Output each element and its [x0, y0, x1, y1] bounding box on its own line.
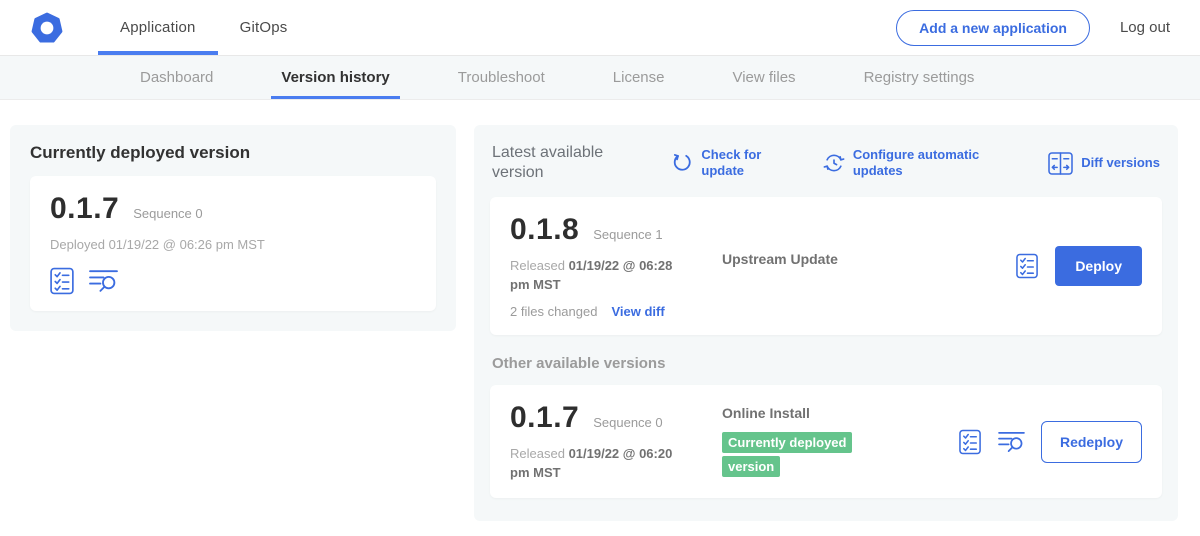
other-version-row: 0.1.7 Sequence 0 [510, 401, 722, 435]
deployed-sequence: Sequence 0 [133, 206, 202, 221]
latest-version-number: 0.1.8 [510, 213, 579, 247]
sync-clock-icon [823, 152, 845, 174]
latest-version-col: 0.1.8 Sequence 1 Released 01/19/22 @ 06:… [510, 213, 722, 319]
subnav-dashboard[interactable]: Dashboard [106, 56, 247, 99]
latest-available-panel: Latest available version Check for updat… [474, 125, 1178, 521]
view-logs-icon[interactable] [89, 268, 118, 293]
subnav-license-label: License [613, 69, 665, 86]
subnav-troubleshoot-label: Troubleshoot [458, 69, 545, 86]
redeploy-button[interactable]: Redeploy [1041, 421, 1142, 463]
check-for-update-action[interactable]: Check for update [671, 147, 775, 180]
tab-gitops-label: GitOps [240, 19, 288, 36]
latest-released-line: Released 01/19/22 @ 06:28 pm MST [510, 257, 680, 295]
top-nav: Application GitOps Add a new application… [0, 0, 1200, 56]
other-source-label: Online Install [722, 405, 810, 421]
deployed-version-card: 0.1.7 Sequence 0 Deployed 01/19/22 @ 06:… [30, 176, 436, 311]
other-released-line: Released 01/19/22 @ 06:20 pm MST [510, 445, 680, 483]
subnav-registry-settings[interactable]: Registry settings [830, 56, 1009, 99]
diff-versions-label: Diff versions [1081, 155, 1160, 171]
other-sequence: Sequence 0 [593, 415, 662, 430]
logout-link[interactable]: Log out [1120, 19, 1170, 36]
app-subnav: Dashboard Version history Troubleshoot L… [0, 56, 1200, 100]
other-source-col: Online Install Currently deployed versio… [722, 401, 959, 483]
subnav-version-history[interactable]: Version history [247, 56, 423, 99]
other-released-prefix: Released [510, 446, 565, 461]
deploy-button[interactable]: Deploy [1055, 246, 1142, 286]
tab-application-label: Application [120, 19, 196, 36]
deployed-date-value: 01/19/22 @ 06:26 pm MST [109, 237, 265, 252]
checklist-icon[interactable] [1016, 253, 1039, 279]
latest-released-prefix: Released [510, 258, 565, 273]
latest-panel-header: Latest available version Check for updat… [490, 143, 1162, 183]
subnav-registry-settings-label: Registry settings [864, 69, 975, 86]
currently-deployed-panel: Currently deployed version 0.1.7 Sequenc… [10, 125, 456, 331]
latest-actions-col: Deploy [1016, 246, 1142, 286]
latest-source-label: Upstream Update [722, 251, 838, 267]
diff-versions-action[interactable]: Diff versions [1048, 152, 1160, 175]
currently-deployed-badge: Currently deployed version [722, 432, 852, 478]
tab-application[interactable]: Application [98, 0, 218, 55]
deployed-version-row: 0.1.7 Sequence 0 [50, 192, 416, 226]
configure-auto-updates-action[interactable]: Configure automatic updates [823, 147, 1001, 180]
view-logs-icon[interactable] [998, 430, 1025, 453]
other-release-card: 0.1.7 Sequence 0 Released 01/19/22 @ 06:… [490, 385, 1162, 499]
other-versions-title: Other available versions [492, 355, 1160, 372]
checklist-icon[interactable] [959, 429, 982, 455]
deployed-panel-title: Currently deployed version [30, 143, 436, 163]
latest-panel-title: Latest available version [492, 143, 624, 183]
other-version-col: 0.1.7 Sequence 0 Released 01/19/22 @ 06:… [510, 401, 722, 483]
files-changed-text: 2 files changed [510, 304, 597, 319]
other-actions-col: Redeploy [959, 421, 1142, 463]
latest-release-card: 0.1.8 Sequence 1 Released 01/19/22 @ 06:… [490, 197, 1162, 335]
subnav-view-files-label: View files [732, 69, 795, 86]
check-for-update-label: Check for update [701, 147, 775, 180]
subnav-view-files[interactable]: View files [698, 56, 829, 99]
latest-sequence: Sequence 1 [593, 227, 662, 242]
configure-auto-updates-label: Configure automatic updates [853, 147, 1001, 180]
currently-deployed-badge-wrap: Currently deployed version [722, 430, 874, 480]
app-logo-icon[interactable] [30, 11, 64, 45]
other-version-number: 0.1.7 [510, 401, 579, 435]
view-diff-link[interactable]: View diff [611, 304, 664, 319]
deployed-version-number: 0.1.7 [50, 192, 119, 226]
add-application-button[interactable]: Add a new application [896, 10, 1090, 46]
refresh-circle-icon [671, 152, 693, 174]
subnav-troubleshoot[interactable]: Troubleshoot [424, 56, 579, 99]
latest-version-row: 0.1.8 Sequence 1 [510, 213, 722, 247]
latest-source-col: Upstream Update [722, 213, 1016, 319]
subnav-license[interactable]: License [579, 56, 699, 99]
latest-files-row: 2 files changed View diff [510, 304, 722, 319]
main-content: Currently deployed version 0.1.7 Sequenc… [0, 100, 1200, 533]
deployed-icon-row [50, 267, 416, 295]
deployed-date-line: Deployed 01/19/22 @ 06:26 pm MST [50, 236, 416, 255]
tab-gitops[interactable]: GitOps [218, 0, 310, 55]
checklist-icon[interactable] [50, 267, 75, 295]
subnav-dashboard-label: Dashboard [140, 69, 213, 86]
subnav-version-history-label: Version history [281, 69, 389, 86]
deployed-date-prefix: Deployed [50, 237, 105, 252]
topnav-tabs: Application GitOps [98, 0, 309, 55]
diff-columns-icon [1048, 152, 1073, 175]
